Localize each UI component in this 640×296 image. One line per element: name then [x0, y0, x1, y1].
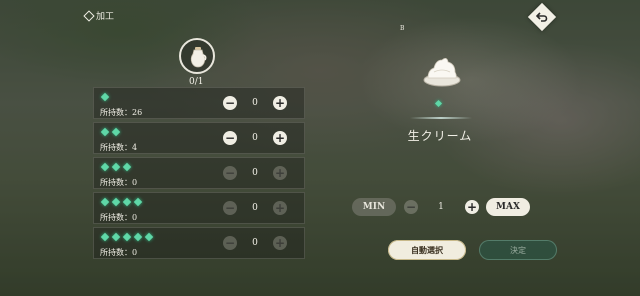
row-value: 0 [252, 238, 258, 248]
row-plus-button[interactable]: + [273, 96, 287, 110]
star-icon [133, 232, 143, 242]
product-divider [410, 117, 472, 119]
quality-stars [100, 197, 143, 207]
product-image [420, 48, 464, 96]
owned-count: 所持数：26 [100, 108, 143, 117]
quality-stars [100, 232, 154, 242]
row-value: 0 [252, 98, 258, 108]
row-stepper: − 0 + [223, 96, 287, 110]
star-icon [111, 197, 121, 207]
quality-row: 所持数：4 − 0 + [93, 122, 305, 154]
row-value: 0 [252, 133, 258, 143]
row-plus-button[interactable]: + [273, 201, 287, 215]
row-stepper: − 0 + [223, 131, 287, 145]
owned-count: 所持数：0 [100, 248, 138, 257]
quantity-value: 1 [438, 202, 444, 212]
owned-count: 所持数：0 [100, 178, 138, 187]
row-value: 0 [252, 168, 258, 178]
star-icon [122, 162, 132, 172]
star-icon [100, 232, 110, 242]
star-icon [100, 197, 110, 207]
back-button[interactable] [527, 2, 557, 32]
star-icon [111, 232, 121, 242]
row-plus-button[interactable]: + [273, 236, 287, 250]
quality-row: 所持数：0 − 0 + [93, 157, 305, 189]
row-minus-button[interactable]: − [223, 236, 237, 250]
quality-row: 所持数：26 − 0 + [93, 87, 305, 119]
min-button[interactable]: MIN [352, 198, 396, 216]
screen-header: 加工 [84, 9, 114, 22]
owned-count: 所持数：4 [100, 143, 138, 152]
row-minus-button[interactable]: − [223, 96, 237, 110]
quality-list: 所持数：26 − 0 + 所持数：4 − 0 + 所持数：0 − 0 + 所持数：0 − 0 + 所持数：0 − 0… [93, 87, 305, 262]
material-count: 0/1 [189, 77, 204, 87]
star-icon [111, 162, 121, 172]
star-icon [111, 127, 121, 137]
row-plus-button[interactable]: + [273, 131, 287, 145]
quantity-minus-button[interactable]: − [404, 200, 418, 214]
row-minus-button[interactable]: − [223, 166, 237, 180]
screen-title: 加工 [96, 12, 115, 22]
row-stepper: − 0 + [223, 201, 287, 215]
milk-jug-icon [190, 47, 207, 68]
star-icon [100, 127, 110, 137]
confirm-button[interactable]: 決定 [479, 240, 557, 260]
quality-stars [100, 92, 110, 102]
max-button[interactable]: MAX [486, 198, 530, 216]
whipped-cream-icon [423, 58, 461, 87]
owned-count: 所持数：0 [100, 213, 138, 222]
star-icon [122, 232, 132, 242]
material-slot[interactable] [179, 38, 215, 74]
product-name: 生クリーム [407, 129, 473, 143]
row-plus-button[interactable]: + [273, 166, 287, 180]
product-star [435, 100, 443, 108]
star-icon [100, 92, 110, 102]
quality-stars [100, 162, 132, 172]
star-icon [144, 232, 154, 242]
return-arrow-icon [536, 12, 548, 22]
quality-row: 所持数：0 − 0 + [93, 192, 305, 224]
star-icon [122, 197, 132, 207]
quantity-plus-button[interactable]: + [465, 200, 479, 214]
row-minus-button[interactable]: − [223, 201, 237, 215]
crafting-icon [84, 11, 93, 20]
product-tier: B [400, 25, 405, 32]
row-minus-button[interactable]: − [223, 131, 237, 145]
star-icon [100, 162, 110, 172]
quantity-control: MIN − 1 + MAX [352, 198, 532, 216]
star-icon [133, 197, 143, 207]
row-stepper: − 0 + [223, 166, 287, 180]
quality-row: 所持数：0 − 0 + [93, 227, 305, 259]
auto-select-button[interactable]: 自動選択 [388, 240, 466, 260]
row-value: 0 [252, 203, 258, 213]
row-stepper: − 0 + [223, 236, 287, 250]
quality-stars [100, 127, 121, 137]
